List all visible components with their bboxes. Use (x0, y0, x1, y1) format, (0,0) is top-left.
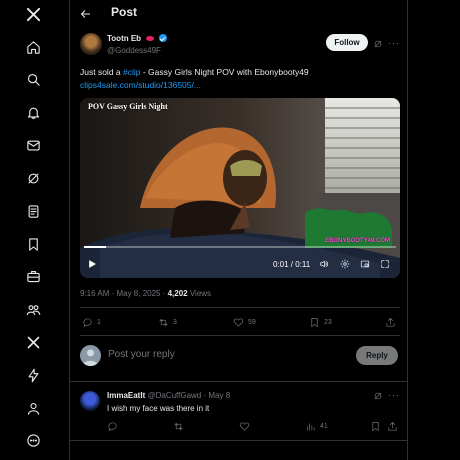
more-icon[interactable] (21, 428, 45, 452)
reply-handle-time[interactable]: @DaCuffGawd · May 8 (147, 391, 230, 400)
grok-explain-icon[interactable] (372, 390, 384, 402)
reply-views-count: 41 (320, 422, 328, 430)
video-overlay-title: POV Gassy Girls Night (88, 102, 168, 111)
views-icon (306, 422, 315, 431)
video-watermark: EBONYBOOTY49.COM (324, 238, 390, 244)
video-frame (80, 98, 400, 278)
video-player[interactable]: POV Gassy Girls Night EBONYBOOTY49.COM 0… (80, 98, 400, 278)
bookmark-icon (311, 317, 318, 327)
video-progress-track[interactable] (84, 246, 396, 248)
divider (80, 335, 400, 336)
follow-button[interactable]: Follow (326, 34, 368, 51)
reply-button[interactable]: Reply (356, 346, 398, 365)
reply-like-action[interactable] (239, 420, 250, 432)
hashtag-link[interactable]: #clip (123, 67, 140, 77)
more-options-icon[interactable]: ··· (388, 37, 400, 49)
reply-author-row[interactable]: ImmaEatIt @DaCuffGawd · May 8 (107, 391, 230, 400)
post-timestamp[interactable]: 9:16 AM · May 8, 2025 · (80, 289, 168, 298)
repost-icon (174, 422, 183, 430)
repost-count: 3 (173, 318, 177, 326)
like-count: 59 (248, 318, 256, 326)
heart-icon (233, 317, 244, 327)
reply-share-action[interactable] (387, 420, 398, 432)
repost-icon (159, 318, 168, 326)
home-icon[interactable] (21, 35, 45, 59)
back-arrow-icon[interactable] (80, 7, 94, 21)
play-icon[interactable] (86, 258, 98, 270)
settings-gear-icon[interactable] (339, 258, 351, 270)
repost-action[interactable]: 3 (158, 316, 177, 328)
reply-icon (83, 317, 92, 327)
external-link[interactable]: clips4sale.com/studio/136505/... (80, 80, 201, 90)
jobs-icon[interactable] (21, 264, 45, 288)
divider (80, 307, 400, 308)
post-text: Just sold a #clip - Gassy Girls Night PO… (80, 66, 400, 78)
views-count: 4,202 (167, 289, 188, 298)
reply-icon (108, 421, 117, 431)
author-name[interactable]: Tootn Eb (107, 34, 141, 43)
communities-icon[interactable] (21, 297, 45, 321)
grok-icon[interactable] (21, 166, 45, 190)
reply-input[interactable] (108, 349, 308, 360)
post-text-suffix: - Gassy Girls Night POV with Ebonybooty4… (140, 67, 309, 77)
bookmarks-icon[interactable] (21, 232, 45, 256)
pip-icon[interactable] (359, 258, 371, 270)
views-label: Views (187, 289, 212, 298)
fullscreen-icon[interactable] (379, 258, 391, 270)
premium-icon[interactable] (21, 330, 45, 354)
reply-views-action[interactable]: 41 (305, 420, 328, 432)
reply-count: 1 (97, 318, 101, 326)
share-icon (386, 317, 395, 327)
heart-icon (239, 421, 250, 431)
reply-repost-action[interactable] (173, 420, 184, 432)
post-text-prefix: Just sold a (80, 67, 123, 77)
bookmark-icon (372, 421, 379, 431)
reply-text: I wish my face was there in it (107, 404, 210, 413)
notifications-icon[interactable] (21, 100, 45, 124)
reply-author-name[interactable]: ImmaEatIt (107, 391, 145, 400)
user-avatar[interactable] (80, 345, 101, 366)
verified-badge-icon (158, 34, 167, 42)
reply-reply-action[interactable] (107, 420, 118, 432)
video-time: 0:01 / 0:11 (273, 260, 311, 269)
post-header: Post (70, 0, 407, 28)
share-icon (388, 421, 397, 431)
divider (70, 440, 407, 441)
bookmark-count: 23 (324, 318, 332, 326)
reply-action[interactable]: 1 (82, 316, 101, 328)
profile-icon[interactable] (21, 396, 45, 420)
verified-orgs-icon[interactable] (21, 363, 45, 387)
x-logo-icon[interactable] (21, 2, 45, 26)
page-title: Post (111, 5, 138, 19)
share-action[interactable] (385, 316, 396, 328)
reply-author-avatar[interactable] (80, 391, 100, 411)
lists-icon[interactable] (21, 199, 45, 223)
main-column: Post Tootn Eb @Goddess49F Follow ··· Jus… (70, 0, 408, 460)
post-meta: 9:16 AM · May 8, 2025 · 4,202 Views (80, 289, 211, 298)
reply-bookmark-action[interactable] (370, 420, 381, 432)
divider (70, 381, 407, 382)
sidebar-nav (0, 0, 70, 460)
messages-icon[interactable] (21, 133, 45, 157)
author-avatar[interactable] (80, 33, 102, 55)
like-action[interactable]: 59 (233, 316, 256, 328)
explore-icon[interactable] (21, 67, 45, 91)
video-progress-fill (84, 246, 106, 248)
lips-emoji-icon (146, 36, 155, 41)
volume-icon[interactable] (318, 258, 330, 270)
bookmark-action[interactable]: 23 (309, 316, 332, 328)
grok-explain-icon[interactable] (372, 38, 384, 50)
author-name-row[interactable]: Tootn Eb (107, 34, 167, 43)
right-column (408, 0, 460, 460)
more-options-icon[interactable]: ··· (388, 389, 400, 401)
author-handle[interactable]: @Goddess49F (107, 46, 161, 55)
